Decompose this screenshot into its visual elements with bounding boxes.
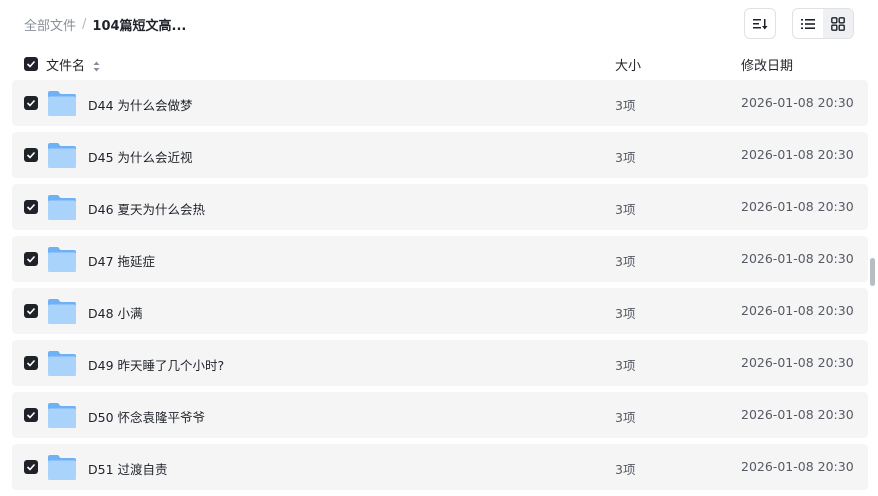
breadcrumb-current-folder: 104篇短文高... bbox=[92, 18, 187, 34]
file-size: 3项 bbox=[615, 150, 636, 165]
file-name[interactable]: D46 夏天为什么会热 bbox=[88, 199, 205, 218]
file-size: 3项 bbox=[615, 306, 636, 321]
breadcrumb: 全部文件 / 104篇短文高... bbox=[24, 14, 186, 34]
grid-view-icon bbox=[831, 16, 845, 31]
row-checkbox[interactable] bbox=[24, 252, 38, 266]
scrollbar-thumb[interactable] bbox=[870, 258, 875, 286]
table-row[interactable]: D47 拖延症 3项 2026-01-08 20:30 bbox=[12, 236, 868, 282]
file-size: 3项 bbox=[615, 358, 636, 373]
folder-icon bbox=[48, 455, 76, 480]
check-icon bbox=[26, 463, 36, 471]
check-icon bbox=[26, 255, 36, 263]
check-icon bbox=[26, 151, 36, 159]
file-name[interactable]: D45 为什么会近视 bbox=[88, 147, 193, 166]
table-row[interactable]: D48 小满 3项 2026-01-08 20:30 bbox=[12, 288, 868, 334]
sort-button[interactable] bbox=[744, 8, 776, 39]
folder-icon bbox=[48, 195, 76, 220]
folder-icon bbox=[48, 299, 76, 324]
grid-view-button[interactable] bbox=[823, 9, 853, 38]
file-name[interactable]: D51 过渡自责 bbox=[88, 459, 168, 478]
file-size: 3项 bbox=[615, 254, 636, 269]
list-view-button[interactable] bbox=[793, 9, 823, 38]
file-name[interactable]: D48 小满 bbox=[88, 303, 143, 322]
select-all-checkbox[interactable] bbox=[24, 57, 38, 71]
breadcrumb-separator: / bbox=[82, 16, 87, 32]
file-modified-date: 2026-01-08 20:30 bbox=[741, 459, 854, 474]
row-checkbox[interactable] bbox=[24, 356, 38, 370]
column-header-name[interactable]: 文件名 bbox=[46, 55, 100, 74]
table-row[interactable]: D46 夏天为什么会热 3项 2026-01-08 20:30 bbox=[12, 184, 868, 230]
file-modified-date: 2026-01-08 20:30 bbox=[741, 95, 854, 110]
check-icon bbox=[26, 203, 36, 211]
file-modified-date: 2026-01-08 20:30 bbox=[741, 303, 854, 318]
row-checkbox[interactable] bbox=[24, 96, 38, 110]
row-checkbox[interactable] bbox=[24, 304, 38, 318]
file-modified-date: 2026-01-08 20:30 bbox=[741, 407, 854, 422]
check-icon bbox=[26, 60, 36, 68]
check-icon bbox=[26, 359, 36, 367]
table-header: 文件名 大小 修改日期 bbox=[12, 52, 868, 76]
file-size: 3项 bbox=[615, 410, 636, 425]
folder-icon bbox=[48, 91, 76, 116]
row-checkbox[interactable] bbox=[24, 148, 38, 162]
folder-icon bbox=[48, 403, 76, 428]
breadcrumb-root-link[interactable]: 全部文件 bbox=[24, 15, 76, 34]
file-list: D44 为什么会做梦 3项 2026-01-08 20:30 D45 为什么会近… bbox=[12, 80, 868, 496]
file-modified-date: 2026-01-08 20:30 bbox=[741, 355, 854, 370]
table-row[interactable]: D51 过渡自责 3项 2026-01-08 20:30 bbox=[12, 444, 868, 490]
sort-icon bbox=[753, 18, 768, 29]
file-name[interactable]: D44 为什么会做梦 bbox=[88, 95, 193, 114]
file-modified-date: 2026-01-08 20:30 bbox=[741, 251, 854, 266]
sort-caret-icon bbox=[93, 61, 100, 72]
file-modified-date: 2026-01-08 20:30 bbox=[741, 199, 854, 214]
check-icon bbox=[26, 307, 36, 315]
row-checkbox[interactable] bbox=[24, 200, 38, 214]
folder-icon bbox=[48, 247, 76, 272]
view-switch bbox=[792, 8, 854, 39]
table-row[interactable]: D44 为什么会做梦 3项 2026-01-08 20:30 bbox=[12, 80, 868, 126]
file-name[interactable]: D50 怀念袁隆平爷爷 bbox=[88, 407, 205, 426]
column-header-size[interactable]: 大小 bbox=[615, 55, 641, 74]
file-size: 3项 bbox=[615, 202, 636, 217]
row-checkbox[interactable] bbox=[24, 460, 38, 474]
file-name[interactable]: D47 拖延症 bbox=[88, 251, 155, 270]
file-size: 3项 bbox=[615, 462, 636, 477]
table-row[interactable]: D45 为什么会近视 3项 2026-01-08 20:30 bbox=[12, 132, 868, 178]
table-row[interactable]: D50 怀念袁隆平爷爷 3项 2026-01-08 20:30 bbox=[12, 392, 868, 438]
file-name[interactable]: D49 昨天睡了几个小时? bbox=[88, 355, 224, 374]
folder-icon bbox=[48, 351, 76, 376]
column-header-modified[interactable]: 修改日期 bbox=[741, 55, 793, 74]
file-modified-date: 2026-01-08 20:30 bbox=[741, 147, 854, 162]
table-row[interactable]: D49 昨天睡了几个小时? 3项 2026-01-08 20:30 bbox=[12, 340, 868, 386]
row-checkbox[interactable] bbox=[24, 408, 38, 422]
check-icon bbox=[26, 99, 36, 107]
list-view-icon bbox=[801, 18, 815, 29]
check-icon bbox=[26, 411, 36, 419]
file-size: 3项 bbox=[615, 98, 636, 113]
folder-icon bbox=[48, 143, 76, 168]
